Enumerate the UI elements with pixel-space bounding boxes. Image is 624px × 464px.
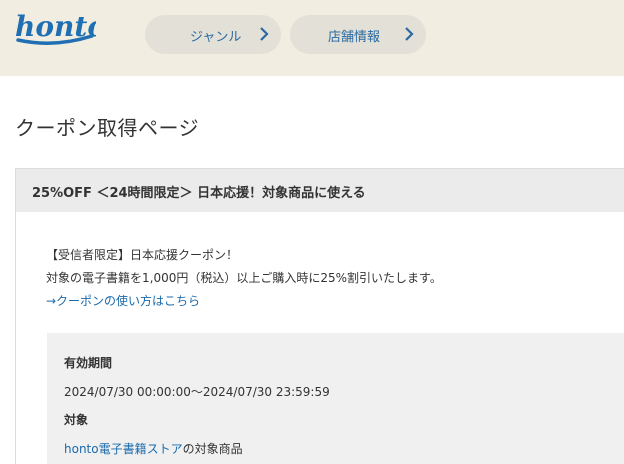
coupon-heading: 25%OFF ＜24時間限定＞ 日本応援！対象商品に使える <box>32 186 366 201</box>
coupon-description-line1: 【受信者限定】日本応援クーポン！ <box>46 248 239 262</box>
nav-genre-button[interactable]: ジャンル <box>145 15 281 54</box>
nav-store-info-label: 店舗情報 <box>328 30 381 45</box>
chevron-right-icon <box>260 27 269 41</box>
target-suffix: の対象商品 <box>182 442 243 456</box>
site-header: honto ジャンル 店舗情報 <box>0 0 624 76</box>
chevron-right-icon <box>405 27 414 41</box>
target-value: honto電子書籍ストアの対象商品 <box>64 440 243 457</box>
coupon-description-line2: 対象の電子書籍を1,000円（税込）以上ご購入時に25%割引いたします。 <box>46 271 442 285</box>
coupon-howto-link[interactable]: →クーポンの使い方はこちら <box>46 292 200 309</box>
nav-store-info-button[interactable]: 店舗情報 <box>290 15 426 54</box>
validity-period-value: 2024/07/30 00:00:00～2024/07/30 23:59:59 <box>64 385 330 399</box>
honto-logo-mark: honto <box>15 10 106 45</box>
coupon-card: 25%OFF ＜24時間限定＞ 日本応援！対象商品に使える 【受信者限定】日本応… <box>15 168 624 464</box>
nav-genre-label: ジャンル <box>190 30 242 45</box>
honto-logo[interactable]: honto <box>14 10 106 52</box>
ebook-store-link[interactable]: honto電子書籍ストア <box>64 442 183 456</box>
coupon-header: 25%OFF ＜24時間限定＞ 日本応援！対象商品に使える <box>16 169 624 212</box>
coupon-info-box: 有効期間 2024/07/30 00:00:00～2024/07/30 23:5… <box>47 333 624 464</box>
validity-period-label: 有効期間 <box>64 356 113 370</box>
target-label: 対象 <box>64 413 89 427</box>
page-title: クーポン取得ページ <box>15 116 200 140</box>
